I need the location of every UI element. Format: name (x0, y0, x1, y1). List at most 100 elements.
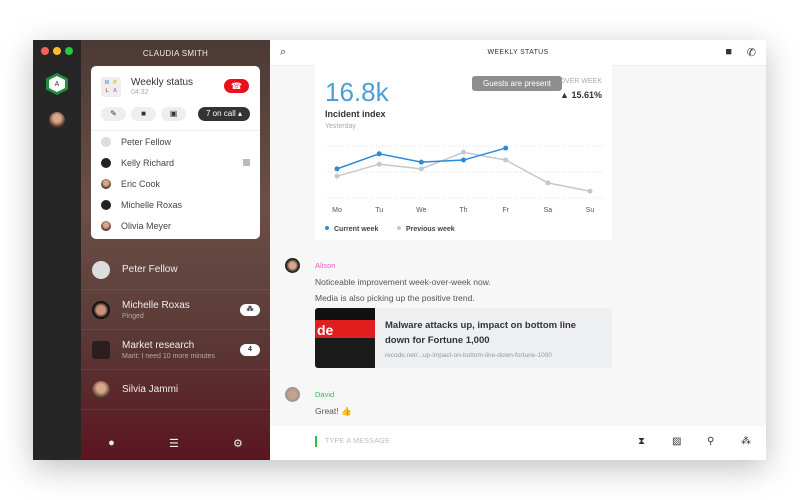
legend-label: Previous week (406, 226, 455, 233)
call-title: Weekly status (131, 77, 194, 88)
x-tick-label: Fr (502, 207, 509, 214)
mute-button[interactable]: ✎ (101, 107, 126, 121)
sparkle-icon[interactable]: ⁂ (741, 436, 751, 447)
app-window: A CLAUDIA SMITH MPLA Weekly status 04:32… (33, 40, 766, 460)
screen-share-button[interactable]: ▣ (161, 107, 186, 121)
data-point (376, 161, 382, 167)
message-text: Media is also picking up the positive tr… (315, 293, 475, 303)
minimize-button[interactable] (53, 47, 61, 55)
paperclip-icon[interactable]: ⚲ (707, 436, 714, 447)
workspace-hex-icon[interactable]: A (46, 73, 68, 95)
message-text: Great! 👍 (315, 406, 352, 416)
gear-icon[interactable]: ⚙ (233, 437, 243, 450)
data-point (503, 145, 509, 151)
unread-badge: 4 (240, 344, 260, 356)
x-tick-label: Tu (375, 207, 383, 214)
avatar (101, 136, 111, 147)
mic-off-icon: ✎ (110, 109, 117, 118)
x-tick-label: We (416, 207, 426, 214)
participant[interactable]: Peter Fellow (91, 131, 260, 152)
zoom-button[interactable] (65, 47, 73, 55)
link-thumbnail: de (315, 308, 375, 368)
header: ⌕ WEEKLY STATUS ■ ✆ (270, 40, 766, 66)
call-panel: MPLA Weekly status 04:32 ☎ ✎ ■ ▣ 7 on ca… (91, 66, 260, 239)
window-controls (41, 47, 73, 55)
legend-marker (325, 226, 329, 230)
video-camera-icon[interactable]: ■ (725, 46, 732, 58)
data-point (461, 157, 466, 163)
close-button[interactable] (41, 47, 49, 55)
sidebar: CLAUDIA SMITH MPLA Weekly status 04:32 ☎… (81, 40, 270, 460)
x-tick-label: Th (459, 207, 467, 214)
data-point (376, 151, 382, 157)
legend-marker (397, 226, 401, 230)
link-preview[interactable]: de Malware attacks up, impact on bottom … (315, 308, 612, 368)
series-line (336, 147, 506, 170)
message-text: Noticeable improvement week-over-week no… (315, 277, 491, 287)
pinged-badge: ⁂ (240, 304, 260, 316)
user-avatar[interactable] (49, 112, 65, 128)
video-camera-icon: ■ (141, 109, 146, 118)
message-author: Alison (315, 261, 336, 270)
participant[interactable]: Eric Cook (91, 173, 260, 194)
conversation-item[interactable]: Michelle Roxas Pinged ⁂ (81, 290, 270, 330)
group-logo: MPLA (101, 77, 121, 97)
x-tick-label: Mo (332, 207, 342, 214)
avatar (92, 300, 110, 319)
text-cursor (315, 436, 317, 447)
data-point (334, 173, 340, 179)
channels-icon[interactable]: ☰ (169, 437, 179, 450)
avatar (285, 387, 300, 402)
data-point (418, 166, 424, 172)
avatar (101, 157, 111, 168)
sidebar-footer: ● ☰ ⚙ (81, 437, 270, 450)
phone-icon[interactable]: ✆ (747, 46, 756, 59)
data-point (418, 159, 424, 165)
avatar (101, 178, 111, 189)
avatar (101, 199, 111, 210)
chart-card: 16.8k Incident index Yesterday OVER WEEK… (315, 65, 612, 240)
contacts-icon[interactable]: ● (108, 437, 115, 450)
phone-hangup-icon: ☎ (230, 81, 243, 91)
hang-up-button[interactable]: ☎ (224, 79, 249, 93)
message: David Great! 👍 (285, 387, 352, 419)
data-point (545, 180, 551, 186)
image-icon[interactable]: ▨ (672, 436, 681, 447)
link-title: Malware attacks up, impact on bottom lin… (385, 320, 577, 346)
muted-icon (243, 159, 250, 166)
data-point (587, 188, 593, 194)
main-panel: ⌕ WEEKLY STATUS ■ ✆ 16.8k Incident index… (270, 40, 766, 460)
message: Alison Noticeable improvement week-over-… (285, 258, 491, 306)
line-chart: Mo Tu We Th Fr Sa Su Current week Previous week (325, 145, 602, 233)
avatar (92, 380, 110, 399)
conversation-item[interactable]: Silvia Jammi (81, 370, 270, 410)
sidebar-user-name: CLAUDIA SMITH (142, 49, 209, 58)
data-point (503, 157, 509, 163)
participant[interactable]: Olivia Meyer (91, 215, 260, 236)
participant[interactable]: Michelle Roxas (91, 194, 260, 215)
message-composer: TYPE A MESSAGE ⧗ ▨ ⚲ ⁂ (270, 426, 766, 460)
conversation-item[interactable]: Peter Fellow (81, 250, 270, 290)
avatar (285, 258, 300, 273)
link-url: recode.net/...up-impact-on-bottom-line-d… (385, 352, 552, 359)
message-input[interactable]: TYPE A MESSAGE (325, 438, 390, 445)
participants-toggle[interactable]: 7 on call ▴ (198, 107, 250, 121)
hourglass-icon[interactable]: ⧗ (638, 436, 645, 447)
participant[interactable]: Kelly Richard (91, 152, 260, 173)
message-author: David (315, 390, 335, 399)
group-logo (92, 340, 110, 359)
legend-label: Current week (334, 226, 378, 233)
page-title: WEEKLY STATUS (487, 49, 549, 56)
participant-list: Peter Fellow Kelly Richard Eric Cook Mic… (91, 130, 260, 236)
data-point (461, 149, 466, 155)
call-duration: 04:32 (131, 89, 149, 96)
conversation-item[interactable]: Market research Marit: I need 10 more min… (81, 330, 270, 370)
video-button[interactable]: ■ (131, 107, 156, 121)
avatar (101, 220, 111, 231)
avatar (92, 260, 110, 279)
x-tick-label: Su (586, 207, 595, 214)
screen-share-icon: ▣ (169, 109, 178, 118)
workspace-rail: A (33, 40, 81, 460)
x-tick-label: Sa (544, 207, 553, 214)
data-point (334, 166, 340, 172)
